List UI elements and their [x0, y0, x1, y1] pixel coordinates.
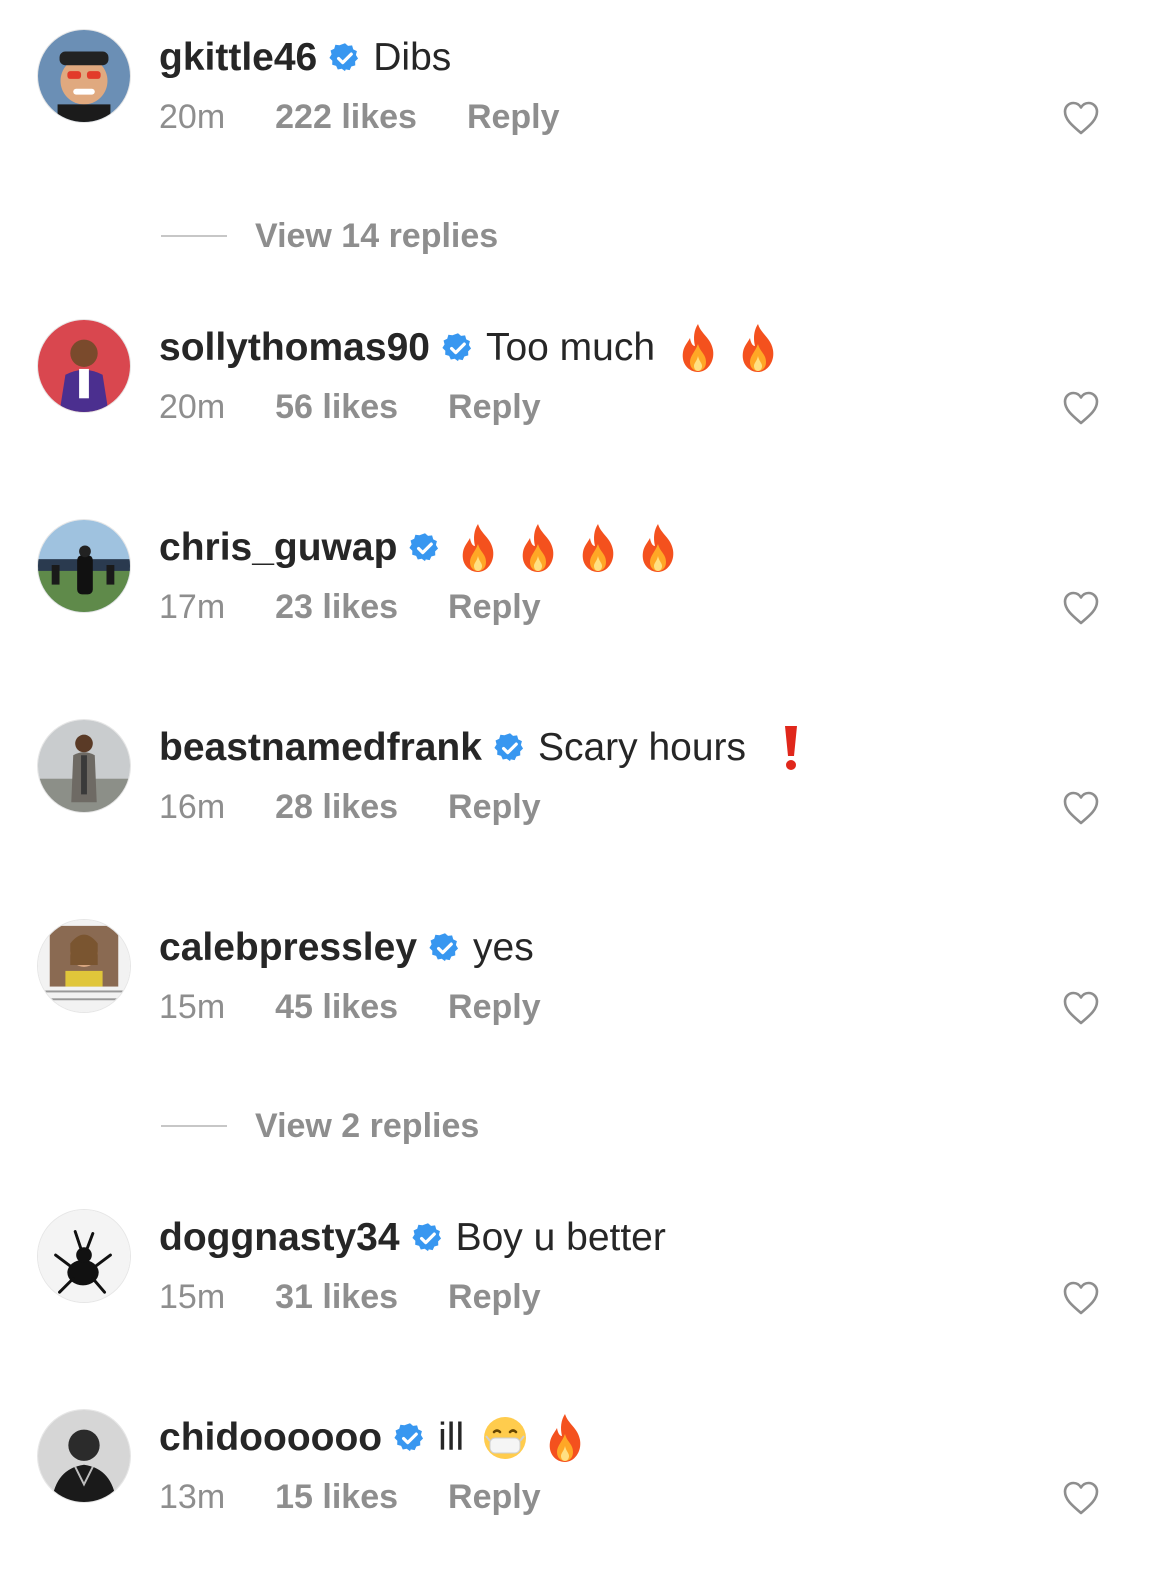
- reply-button[interactable]: Reply: [467, 98, 560, 137]
- view-replies-button[interactable]: View 14 replies: [161, 213, 498, 259]
- avatar[interactable]: [37, 1209, 131, 1303]
- fire-emoji-icon: [515, 522, 561, 574]
- fire-emoji-icon: [455, 522, 501, 574]
- view-replies-label: View 2 replies: [255, 1106, 480, 1145]
- mask-face-emoji-icon: [482, 1412, 528, 1464]
- comment-text: Scary hours: [537, 726, 747, 769]
- reply-button[interactable]: Reply: [448, 388, 541, 427]
- comment-text: ill: [438, 1416, 465, 1459]
- view-replies-label: View 14 replies: [255, 216, 499, 255]
- likes-count[interactable]: 222 likes: [275, 98, 417, 137]
- likes-count[interactable]: 45 likes: [275, 988, 398, 1027]
- view-replies-button[interactable]: View 2 replies: [161, 1103, 479, 1149]
- username[interactable]: calebpressley: [159, 926, 417, 970]
- verified-badge-icon: [442, 332, 474, 364]
- divider: [161, 235, 227, 237]
- heart-icon[interactable]: [1061, 988, 1101, 1028]
- timestamp: 20m: [159, 97, 226, 136]
- verified-badge-icon: [494, 732, 526, 764]
- comment-item: chidoooooo ill 13m 15 likes Reply: [0, 1408, 1170, 1528]
- timestamp: 13m: [159, 1477, 226, 1516]
- timestamp: 15m: [159, 1277, 226, 1316]
- timestamp: 17m: [159, 587, 226, 626]
- timestamp: 15m: [159, 987, 226, 1026]
- comment-item: calebpressley yes 15m 45 likes Reply: [0, 918, 1170, 1038]
- comment-text: Boy u better: [455, 1216, 666, 1259]
- timestamp: 20m: [159, 387, 226, 426]
- fire-emoji-icon: [575, 522, 621, 574]
- username[interactable]: chris_guwap: [159, 526, 397, 570]
- username[interactable]: doggnasty34: [159, 1216, 400, 1260]
- avatar[interactable]: [37, 719, 131, 813]
- comment-item: chris_guwap 17m 23 likes Reply: [0, 518, 1170, 638]
- reply-button[interactable]: Reply: [448, 788, 541, 827]
- reply-button[interactable]: Reply: [448, 1478, 541, 1517]
- likes-count[interactable]: 31 likes: [275, 1278, 398, 1317]
- heart-icon[interactable]: [1061, 1278, 1101, 1318]
- reply-button[interactable]: Reply: [448, 1278, 541, 1317]
- exclamation-emoji-icon: [768, 722, 814, 774]
- likes-count[interactable]: 23 likes: [275, 588, 398, 627]
- reply-button[interactable]: Reply: [448, 988, 541, 1027]
- verified-badge-icon: [409, 532, 441, 564]
- avatar[interactable]: [37, 519, 131, 613]
- heart-icon[interactable]: [1061, 788, 1101, 828]
- avatar[interactable]: [37, 919, 131, 1013]
- heart-icon[interactable]: [1061, 1478, 1101, 1518]
- avatar[interactable]: [37, 319, 131, 413]
- comment-text: Dibs: [373, 36, 452, 79]
- fire-emoji-icon: [735, 322, 781, 374]
- likes-count[interactable]: 56 likes: [275, 388, 398, 427]
- username[interactable]: beastnamedfrank: [159, 726, 482, 770]
- comment-item: gkittle46 Dibs 20m 222 likes Reply: [0, 28, 1170, 148]
- heart-icon[interactable]: [1061, 98, 1101, 138]
- fire-emoji-icon: [675, 322, 721, 374]
- comment-text: Too much: [485, 326, 656, 369]
- username[interactable]: chidoooooo: [159, 1416, 382, 1460]
- likes-count[interactable]: 15 likes: [275, 1478, 398, 1517]
- comment-item: beastnamedfrank Scary hours 16m 28 likes…: [0, 718, 1170, 838]
- timestamp: 16m: [159, 787, 226, 826]
- username[interactable]: sollythomas90: [159, 326, 430, 370]
- fire-emoji-icon: [635, 522, 681, 574]
- divider: [161, 1125, 227, 1127]
- fire-emoji-icon: [542, 1412, 588, 1464]
- comment-text: yes: [473, 926, 534, 969]
- comment-item: doggnasty34 Boy u better 15m 31 likes Re…: [0, 1208, 1170, 1328]
- verified-badge-icon: [429, 932, 461, 964]
- reply-button[interactable]: Reply: [448, 588, 541, 627]
- likes-count[interactable]: 28 likes: [275, 788, 398, 827]
- heart-icon[interactable]: [1061, 588, 1101, 628]
- heart-icon[interactable]: [1061, 388, 1101, 428]
- comment-item: sollythomas90 Too much 20m 56 likes Repl…: [0, 318, 1170, 438]
- avatar[interactable]: [37, 29, 131, 123]
- verified-badge-icon: [411, 1222, 444, 1254]
- verified-badge-icon: [329, 42, 361, 74]
- avatar[interactable]: [37, 1409, 131, 1503]
- username[interactable]: gkittle46: [159, 36, 317, 80]
- verified-badge-icon: [394, 1422, 426, 1454]
